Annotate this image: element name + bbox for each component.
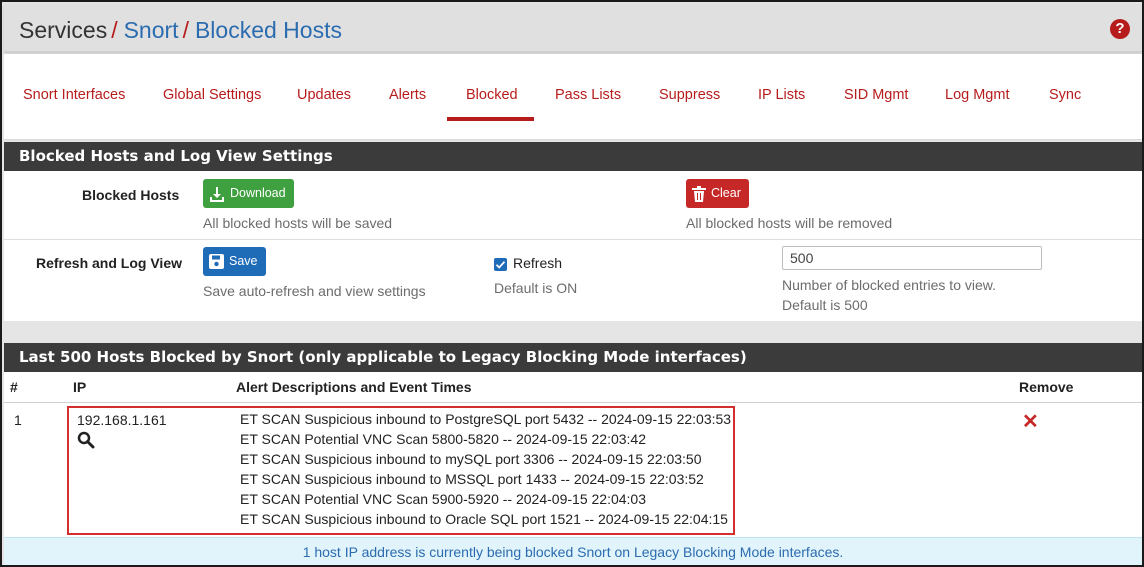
download-button-label: Download bbox=[230, 186, 286, 200]
download-button[interactable]: Download bbox=[203, 179, 294, 208]
download-icon bbox=[210, 186, 224, 202]
tab-suppress[interactable]: Suppress bbox=[659, 87, 720, 103]
active-tab-indicator bbox=[447, 117, 534, 121]
entries-help-text: Number of blocked entries to view. bbox=[782, 277, 996, 293]
tab-alerts[interactable]: Alerts bbox=[389, 87, 426, 103]
save-button[interactable]: Save bbox=[203, 247, 266, 276]
breadcrumb-separator: / bbox=[111, 17, 118, 43]
save-help-text: Save auto-refresh and view settings bbox=[203, 283, 426, 299]
row-number: 1 bbox=[14, 412, 22, 428]
tab-pass-lists[interactable]: Pass Lists bbox=[555, 87, 621, 103]
refresh-row: Refresh and Log View Save Save auto-refr… bbox=[4, 240, 1142, 320]
column-header-remove: Remove bbox=[1019, 379, 1074, 395]
tab-updates[interactable]: Updates bbox=[297, 87, 351, 103]
clear-button[interactable]: Clear bbox=[686, 179, 749, 208]
blocked-panel-heading: Last 500 Hosts Blocked by Snort (only ap… bbox=[4, 343, 1142, 372]
times-icon[interactable]: ✕ bbox=[1022, 412, 1039, 432]
column-header-num: # bbox=[10, 379, 18, 395]
clear-button-label: Clear bbox=[711, 186, 741, 200]
breadcrumb: Services / Snort / Blocked Hosts bbox=[19, 15, 342, 45]
tab-blocked[interactable]: Blocked bbox=[466, 87, 518, 103]
trash-icon bbox=[692, 185, 706, 202]
blocked-count-info: 1 host IP address is currently being blo… bbox=[4, 537, 1142, 565]
question-circle-icon[interactable]: ? bbox=[1110, 19, 1130, 39]
settings-panel-heading: Blocked Hosts and Log View Settings bbox=[4, 142, 1142, 171]
tab-snort-interfaces[interactable]: Snort Interfaces bbox=[23, 87, 125, 103]
tab-sid-mgmt[interactable]: SID Mgmt bbox=[844, 87, 908, 103]
breadcrumb-services[interactable]: Services bbox=[19, 17, 107, 43]
page-header: Services / Snort / Blocked Hosts ? bbox=[4, 4, 1142, 52]
download-help-text: All blocked hosts will be saved bbox=[203, 215, 393, 231]
entries-count-input[interactable] bbox=[782, 246, 1042, 270]
blocked-hosts-label: Blocked Hosts bbox=[82, 187, 180, 203]
check-icon bbox=[495, 261, 506, 269]
app-frame: Services / Snort / Blocked Hosts ? Snort Int… bbox=[0, 0, 1144, 567]
save-button-label: Save bbox=[229, 254, 258, 268]
tab-log-mgmt[interactable]: Log Mgmt bbox=[945, 87, 1009, 103]
header-divider bbox=[4, 402, 1142, 403]
tab-ip-lists[interactable]: IP Lists bbox=[758, 87, 805, 103]
clear-help-text: All blocked hosts will be removed bbox=[686, 215, 893, 231]
column-header-ip: IP bbox=[73, 379, 87, 395]
refresh-checkbox[interactable] bbox=[494, 258, 507, 271]
refresh-log-view-label: Refresh and Log View bbox=[36, 255, 182, 271]
column-header-alerts: Alert Descriptions and Event Times bbox=[236, 379, 472, 395]
breadcrumb-blocked-hosts[interactable]: Blocked Hosts bbox=[195, 17, 342, 43]
breadcrumb-separator: / bbox=[182, 17, 189, 43]
tab-bar: Snort Interfaces Global Settings Updates… bbox=[4, 54, 1142, 140]
highlight-annotation bbox=[67, 406, 735, 535]
refresh-checkbox-label[interactable]: Refresh bbox=[513, 255, 562, 271]
refresh-help-text: Default is ON bbox=[494, 280, 578, 296]
entries-default-text: Default is 500 bbox=[782, 297, 868, 313]
breadcrumb-snort[interactable]: Snort bbox=[124, 17, 179, 43]
save-icon bbox=[209, 254, 224, 269]
tab-global-settings[interactable]: Global Settings bbox=[163, 87, 261, 103]
tab-sync[interactable]: Sync bbox=[1049, 87, 1081, 103]
